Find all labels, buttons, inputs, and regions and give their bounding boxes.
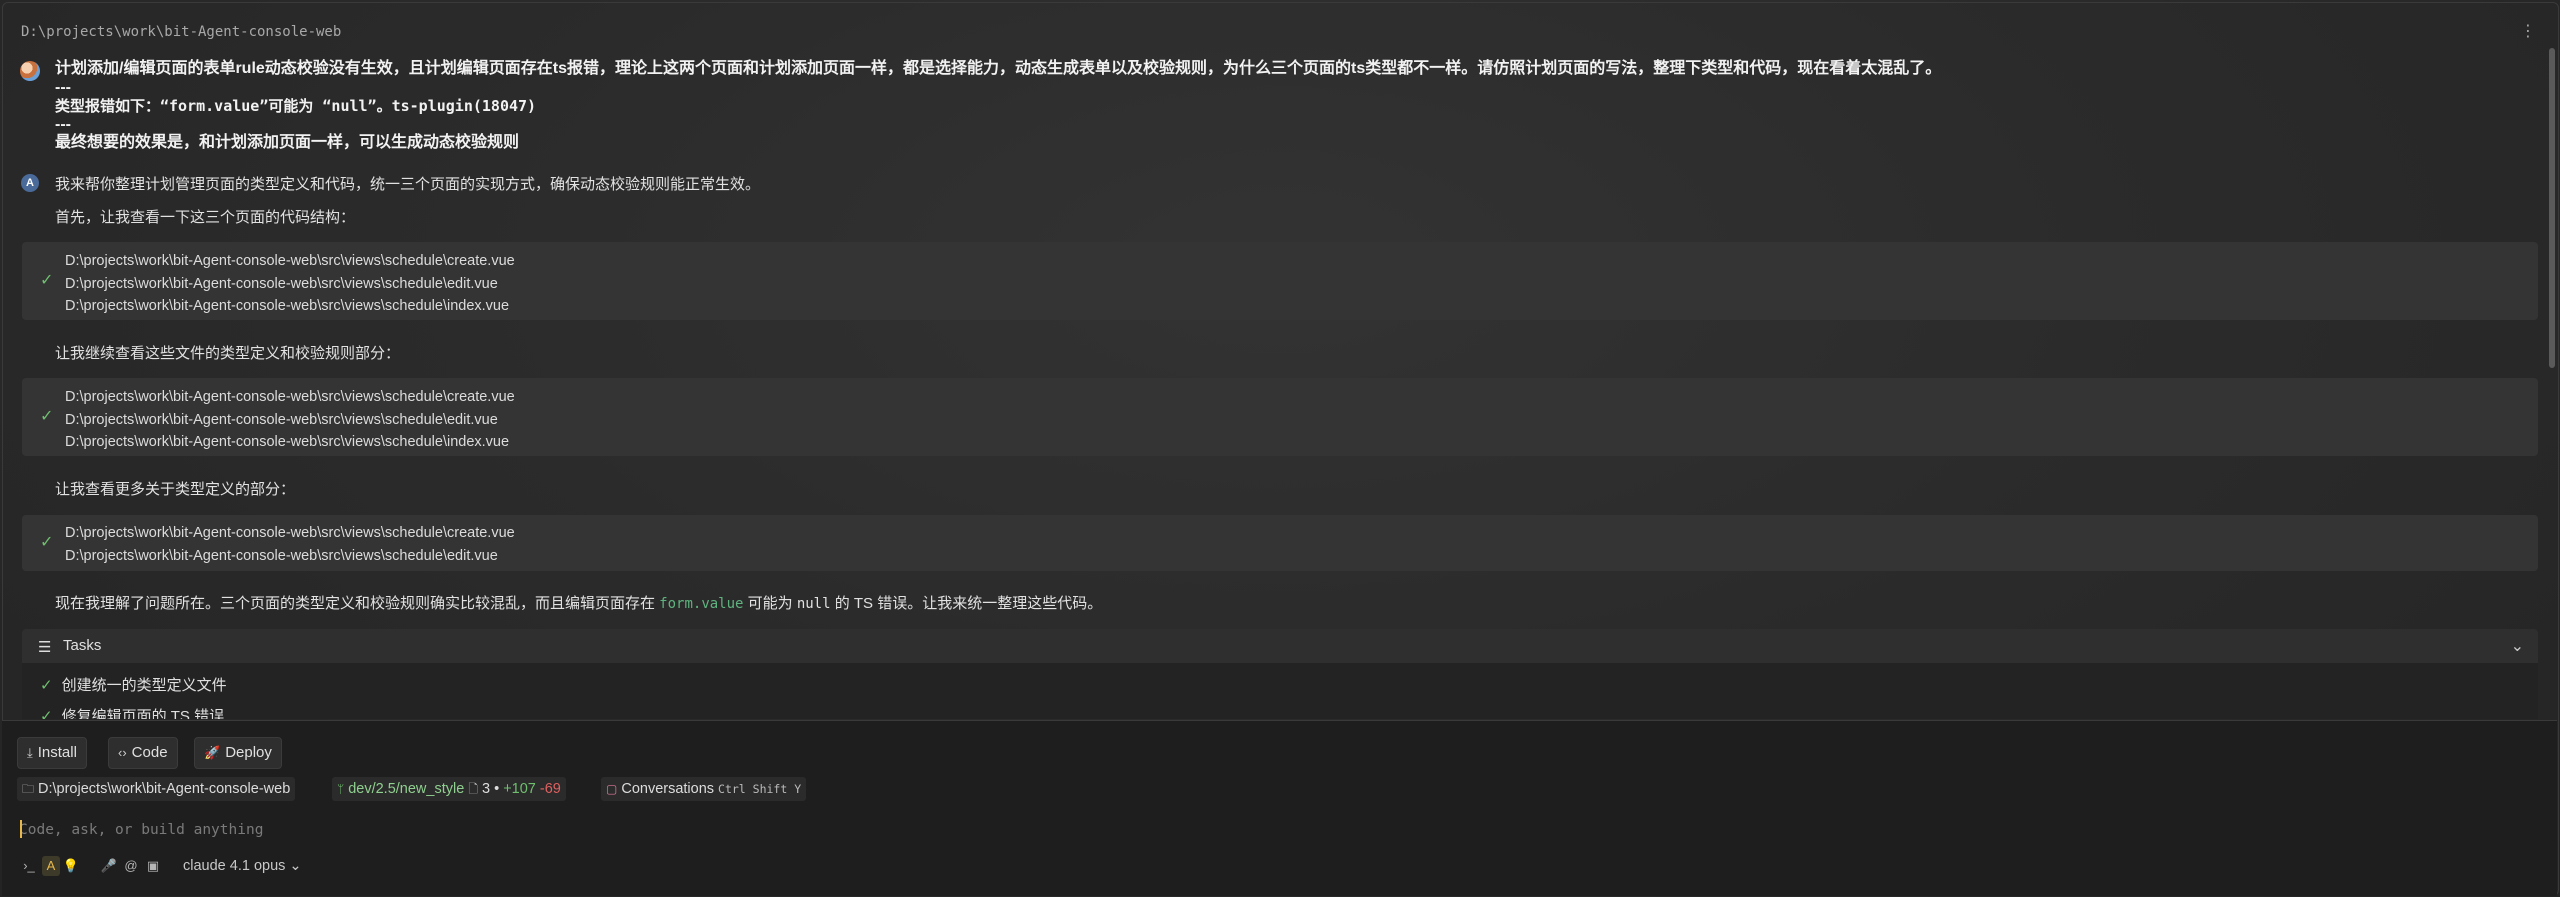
code-icon: ‹› [118, 745, 127, 760]
chat-scrollbar-thumb[interactable] [2549, 48, 2555, 368]
file-path[interactable]: D:\projects\work\bit-Agent-console-web\s… [65, 409, 515, 432]
summary-text: 的 TS 错误。让我来统一整理这些代码。 [830, 595, 1103, 612]
deploy-button[interactable]: 🚀 Deploy [194, 737, 282, 769]
file-path[interactable]: D:\projects\work\bit-Agent-console-web\s… [65, 295, 515, 318]
file-path[interactable]: D:\projects\work\bit-Agent-console-web\s… [65, 250, 515, 273]
deletions-count: -69 [539, 781, 561, 797]
task-label: 修复编辑页面的 TS 错误 [61, 708, 225, 719]
list-icon: ☰ [38, 639, 52, 656]
assistant-avatar-icon: A [21, 174, 39, 192]
git-status-chip[interactable]: ᛘ dev/2.5/new_style 🗋 3 • +107 -69 [332, 777, 566, 801]
assistant-step-text: 首先，让我查看一下这三个页面的代码结构： [55, 209, 356, 226]
check-icon: ✓ [40, 534, 54, 551]
file-read-block[interactable]: ✓ D:\projects\work\bit-Agent-console-web… [22, 378, 2538, 456]
additions-count: +107 [503, 781, 536, 797]
terminal-icon[interactable]: ›_ [20, 856, 38, 876]
assistant-step-text: 让我查看更多关于类型定义的部分： [55, 481, 296, 498]
composer: ⤓ Install ‹› Code 🚀 Deploy 🗀 D:\projects\wor… [2, 720, 2557, 896]
user-message-separator: --- [55, 115, 71, 133]
agent-mode-icon[interactable]: A [42, 856, 60, 876]
workspace-folder-chip[interactable]: 🗀 D:\projects\work\bit-Agent-console-web [17, 777, 296, 801]
chat-icon: ▢ [606, 782, 618, 796]
tasks-panel: ☰ Tasks ⌄ ✓ 创建统一的类型定义文件 ✓ 修复编辑页面的 TS 错误 [22, 629, 2538, 719]
code-button[interactable]: ‹› Code [108, 737, 178, 769]
file-path[interactable]: D:\projects\work\bit-Agent-console-web\s… [65, 522, 515, 545]
workspace-path-title: D:\projects\work\bit-Agent-console-web [21, 24, 342, 40]
user-avatar [20, 61, 40, 81]
assistant-step-text: 让我继续查看这些文件的类型定义和校验规则部分： [55, 345, 401, 362]
check-icon: ✓ [40, 708, 53, 719]
check-icon: ✓ [40, 272, 54, 289]
file-read-block[interactable]: ✓ D:\projects\work\bit-Agent-console-web… [22, 515, 2538, 571]
file-path[interactable]: D:\projects\work\bit-Agent-console-web\s… [65, 273, 515, 296]
chevron-down-icon: ⌄ [289, 858, 302, 874]
inline-code: form.value [659, 596, 744, 612]
user-message: 计划添加/编辑页面的表单rule动态校验没有生效，且计划编辑页面存在ts报错，理… [55, 60, 2495, 153]
download-icon: ⤓ [27, 745, 33, 760]
file-icon: 🗋 [468, 782, 478, 796]
folder-icon: 🗀 [22, 782, 35, 796]
task-label: 创建统一的类型定义文件 [61, 677, 227, 694]
summary-text: 可能为 [743, 595, 797, 612]
microphone-icon[interactable]: 🎤 [100, 856, 118, 876]
keyboard-shortcut: Ctrl Shift Y [718, 782, 802, 796]
image-icon[interactable]: ▣ [144, 856, 162, 876]
files-changed-count: 3 [481, 781, 491, 797]
text-caret [20, 820, 22, 838]
task-item: ✓ 创建统一的类型定义文件 [40, 674, 227, 695]
tasks-title: Tasks [63, 637, 102, 654]
check-icon: ✓ [40, 408, 54, 425]
git-branch-icon: ᛘ [337, 782, 345, 796]
install-button[interactable]: ⤓ Install [17, 737, 87, 769]
tasks-header[interactable]: ☰ Tasks ⌄ [22, 629, 2538, 663]
user-message-line: 类型报错如下：“form.value”可能为 “null”。ts-plugin(… [55, 97, 537, 115]
lightbulb-icon[interactable]: 💡 [62, 856, 80, 876]
inline-code: null [796, 596, 831, 612]
file-path[interactable]: D:\projects\work\bit-Agent-console-web\s… [65, 386, 515, 409]
at-mention-icon[interactable]: @ [122, 856, 140, 876]
branch-name: dev/2.5/new_style [348, 781, 465, 797]
assistant-summary: 现在我理解了问题所在。三个页面的类型定义和校验规则确实比较混乱，而且编辑页面存在… [55, 592, 1102, 613]
assistant-intro: 我来帮你整理计划管理页面的类型定义和代码，统一三个页面的实现方式，确保动态校验规… [55, 176, 761, 193]
check-icon: ✓ [40, 677, 53, 694]
user-message-line: 计划添加/编辑页面的表单rule动态校验没有生效，且计划编辑页面存在ts报错，理… [55, 60, 1942, 77]
chevron-down-icon[interactable]: ⌄ [2511, 636, 2524, 656]
file-path[interactable]: D:\projects\work\bit-Agent-console-web\s… [65, 545, 515, 568]
task-item: ✓ 修复编辑页面的 TS 错误 [40, 705, 224, 719]
rocket-icon: 🚀 [204, 745, 221, 760]
file-path[interactable]: D:\projects\work\bit-Agent-console-web\s… [65, 431, 515, 454]
prompt-input[interactable] [19, 818, 2519, 842]
file-read-block[interactable]: ✓ D:\projects\work\bit-Agent-console-web… [22, 242, 2538, 320]
user-message-line: 最终想要的效果是，和计划添加页面一样，可以生成动态校验规则 [55, 134, 520, 151]
user-message-separator: --- [55, 78, 71, 96]
summary-text: 现在我理解了问题所在。三个页面的类型定义和校验规则确实比较混乱，而且编辑页面存在 [55, 595, 660, 612]
model-selector[interactable]: claude 4.1 opus ⌄ [183, 856, 302, 876]
conversations-chip[interactable]: ▢ Conversations Ctrl Shift Y [601, 777, 807, 801]
more-options-icon[interactable]: ⋮ [2520, 20, 2536, 44]
